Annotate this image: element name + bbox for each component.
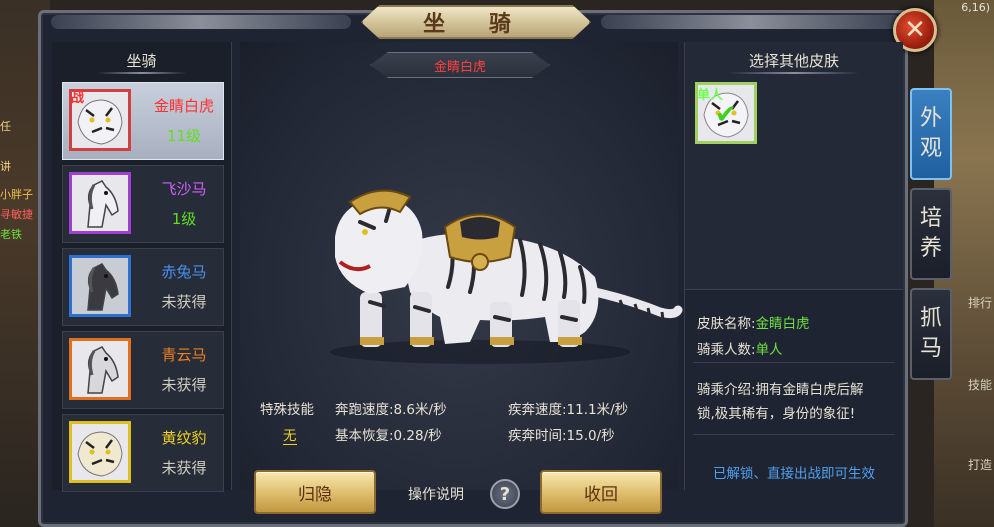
title-ornament-left bbox=[51, 15, 351, 29]
skin-heading: 选择其他皮肤 bbox=[748, 52, 839, 70]
mount-item-status: 未获得 bbox=[161, 293, 207, 311]
bg-left-text-3: 小胖子 bbox=[0, 188, 33, 201]
mount-item-name: 飞沙马 bbox=[161, 180, 207, 198]
mount-item-name: 金睛白虎 bbox=[153, 97, 214, 115]
horse-thumb-icon bbox=[69, 255, 131, 317]
mount-item-status: 未获得 bbox=[161, 459, 207, 477]
bg-left-text-1: 任 bbox=[0, 120, 11, 133]
bg-right-text-1: 排行 bbox=[967, 296, 992, 310]
mount-item-blue-cloud-horse[interactable]: 青云马 未获得 bbox=[62, 331, 224, 409]
tab-label-bottom: 养 bbox=[919, 236, 942, 261]
tab-label-bottom: 观 bbox=[919, 136, 942, 161]
horse-thumb-icon bbox=[69, 338, 131, 400]
bg-left-text-5: 老铁 bbox=[0, 228, 22, 241]
mount-item-yellow-leopard[interactable]: 黄纹豹 未获得 bbox=[62, 414, 224, 492]
bg-left-text-4: 寻敏捷 bbox=[0, 208, 33, 221]
mount-item-name: 赤兔马 bbox=[161, 263, 207, 281]
bg-right-text-2: 技能 bbox=[967, 378, 992, 392]
skin-name-value: 金睛白虎 bbox=[755, 316, 810, 332]
info-divider-1 bbox=[693, 362, 895, 363]
special-skill-label: 特殊技能 bbox=[260, 402, 314, 418]
coord-readout: 6,16) bbox=[961, 1, 990, 14]
title-ornament-right bbox=[601, 15, 901, 29]
mount-item-status: 1级 bbox=[171, 210, 197, 228]
mount-name-plate: 金睛白虎 bbox=[370, 52, 550, 78]
sprint-time: 疾奔时间:15.0/秒 bbox=[508, 428, 615, 444]
tab-label-top: 抓 bbox=[919, 306, 942, 332]
mount-item-red-hare-horse[interactable]: 赤兔马 未获得 bbox=[62, 248, 224, 326]
tab-label-top: 外 bbox=[919, 106, 942, 132]
leopard-thumb-icon bbox=[69, 421, 131, 483]
mount-list-heading: 坐骑 bbox=[126, 52, 157, 70]
mount-item-name: 青云马 bbox=[161, 346, 207, 364]
mount-item-golden-tiger[interactable]: 战 金睛白虎 11级 bbox=[62, 82, 224, 160]
mount-preview-panel: 金睛白虎 特殊技能 无 奔跑速度:8.6米/秒 基本恢复:0.28/秒 疾奔速度… bbox=[240, 42, 683, 514]
mount-item-flying-sand-horse[interactable]: 飞沙马 1级 bbox=[62, 165, 224, 243]
window-title: 坐 骑 bbox=[361, 5, 591, 39]
tab-appearance[interactable]: 外观 bbox=[910, 88, 952, 180]
bg-left-text-2: 讲 bbox=[0, 160, 11, 173]
title-bar: 坐 骑 bbox=[41, 5, 911, 41]
tiger-model bbox=[330, 189, 683, 364]
bg-right-text-3: 打造 bbox=[967, 458, 992, 472]
riders-row: 骑乘人数:单人 bbox=[697, 338, 783, 358]
battle-tag: 战 bbox=[71, 91, 85, 106]
tab-label-bottom: 马 bbox=[919, 336, 942, 361]
intro-line-2: 锁,极其稀有，身份的象征! bbox=[697, 406, 856, 422]
recall-button[interactable]: 收回 bbox=[540, 470, 662, 514]
skin-select-area: 选择其他皮肤 单人 ✔ bbox=[685, 42, 903, 290]
skin-panel: 选择其他皮肤 单人 ✔ 皮肤名称:金睛白虎 骑乘人数:单人 骑乘介绍:拥有金睛白… bbox=[684, 42, 903, 490]
riders-value: 单人 bbox=[755, 342, 783, 358]
intro-line-1: 骑乘介绍:拥有金睛白虎后解 bbox=[697, 382, 864, 398]
close-icon: ✕ bbox=[904, 15, 926, 45]
skin-heading-divider bbox=[729, 72, 859, 74]
info-divider-2 bbox=[693, 434, 895, 435]
run-speed: 奔跑速度:8.6米/秒 bbox=[335, 402, 447, 418]
tab-catch-horse[interactable]: 抓马 bbox=[910, 288, 952, 380]
riders-label: 骑乘人数: bbox=[697, 342, 756, 358]
tab-label-top: 培 bbox=[919, 206, 942, 232]
skin-name-row: 皮肤名称:金睛白虎 bbox=[697, 312, 810, 332]
mount-item-status: 11级 bbox=[166, 127, 202, 145]
horse-thumb-icon bbox=[69, 172, 131, 234]
help-label: 操作说明 bbox=[408, 487, 464, 503]
mount-item-name: 黄纹豹 bbox=[161, 429, 207, 447]
sprint-speed: 疾奔速度:11.1米/秒 bbox=[508, 402, 629, 418]
base-recovery: 基本恢复:0.28/秒 bbox=[335, 428, 442, 444]
special-skill-value: 无 bbox=[283, 424, 297, 445]
heading-divider bbox=[96, 72, 187, 74]
mount-item-status: 未获得 bbox=[161, 376, 207, 394]
hide-button[interactable]: 归隐 bbox=[254, 470, 376, 514]
check-icon: ✔ bbox=[715, 100, 737, 130]
skin-name-label: 皮肤名称: bbox=[697, 316, 756, 332]
unlock-status: 已解锁、直接出战即可生效 bbox=[713, 466, 875, 482]
tab-cultivate[interactable]: 培养 bbox=[910, 188, 952, 280]
help-icon[interactable]: ? bbox=[490, 479, 520, 509]
